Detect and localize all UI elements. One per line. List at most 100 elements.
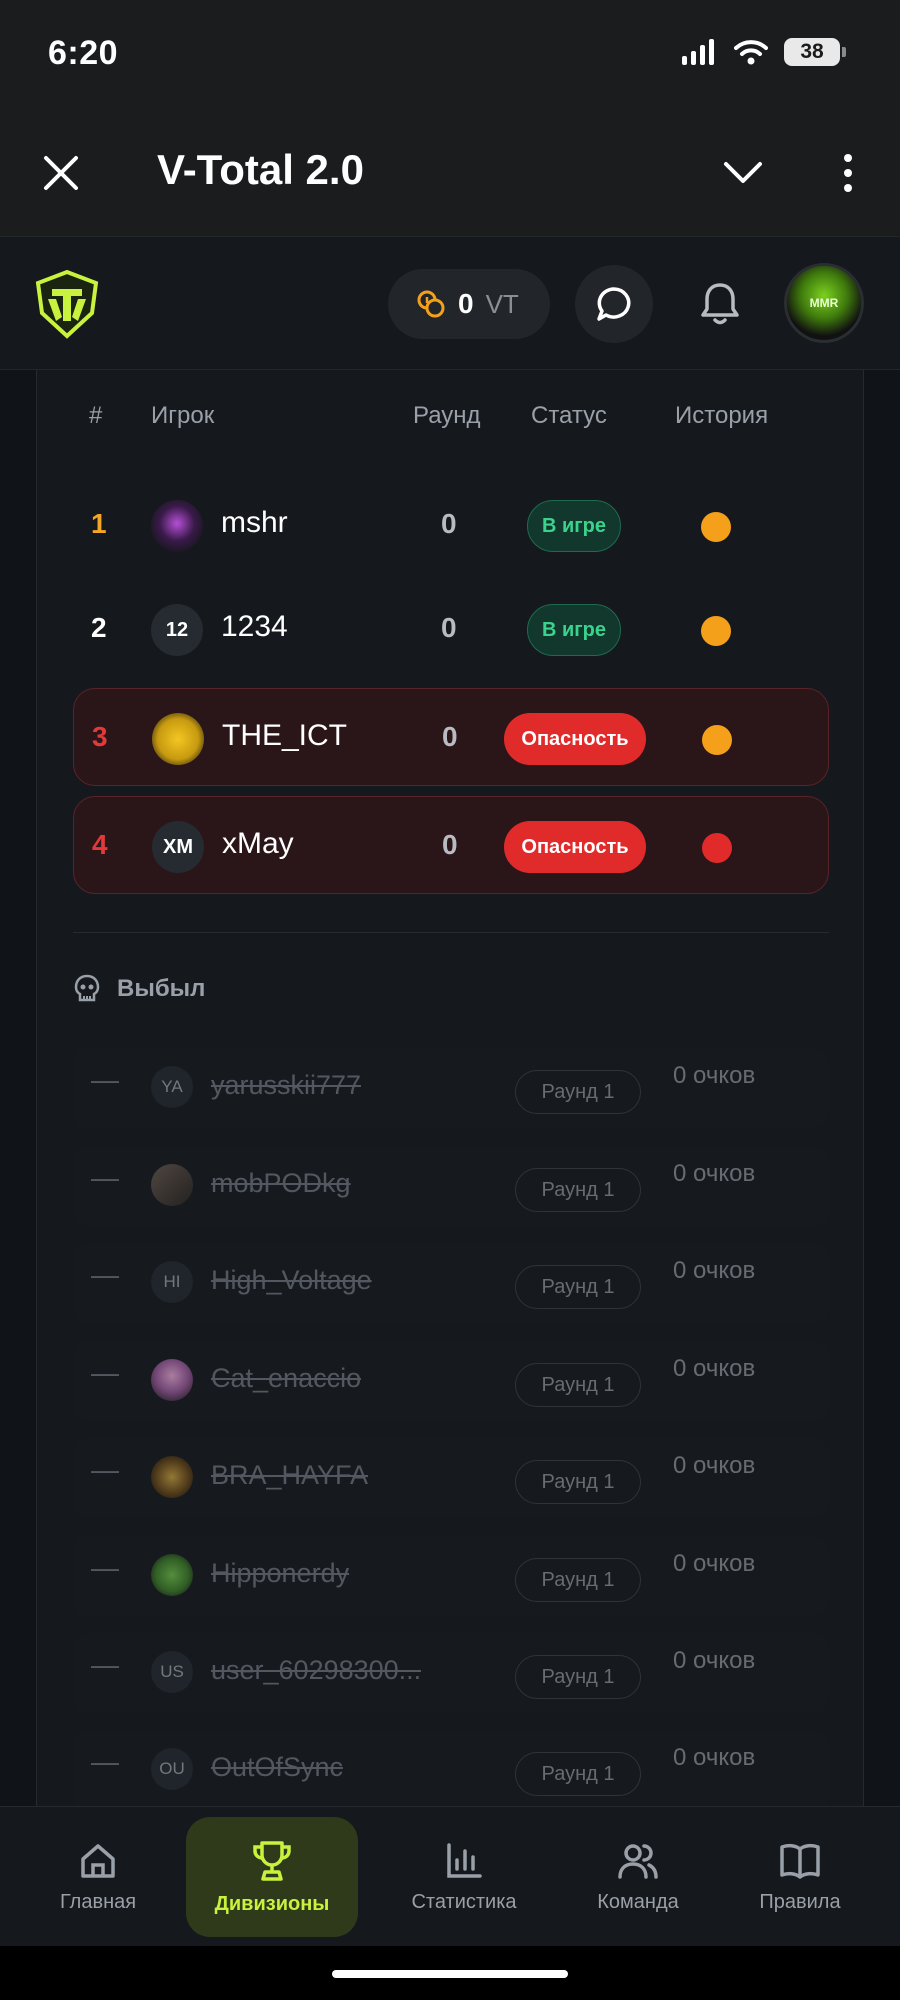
bell-icon[interactable] (698, 281, 742, 327)
round-badge: Раунд 1 (515, 1752, 641, 1796)
user-avatar[interactable]: MMR (784, 263, 864, 343)
chat-bubble-icon (597, 287, 631, 321)
status-badge: В игре (527, 604, 621, 656)
eliminated-avatar (151, 1164, 193, 1206)
team-icon (618, 1843, 658, 1879)
trophy-icon (253, 1840, 291, 1881)
points-text: 0 очков (673, 1452, 756, 1479)
chevron-down-icon[interactable] (722, 158, 764, 188)
battery-indicator: 38 (784, 38, 846, 66)
round-badge: Раунд 1 (515, 1265, 641, 1309)
eliminated-dash: — (91, 1454, 119, 1485)
skull-icon (74, 974, 100, 1002)
eliminated-dash: — (91, 1552, 119, 1583)
round-badge: Раунд 1 (515, 1460, 641, 1504)
section-divider (73, 932, 829, 933)
nav-stats-label: Статистика (411, 1890, 517, 1913)
eliminated-row[interactable]: — HI High_Voltage Раунд 1 0 очков (73, 1243, 829, 1323)
player-row[interactable]: 2 12 1234 0 В игре (73, 580, 829, 678)
player-avatar: 12 (151, 604, 203, 656)
eliminated-row[interactable]: — mobPODkg Раунд 1 0 очков (73, 1146, 829, 1226)
eliminated-name: High_Voltage (211, 1265, 372, 1295)
player-avatar (152, 713, 204, 765)
table-header: # Игрок Раунд Статус История (37, 402, 863, 442)
player-row[interactable]: 4 XM xMay 0 Опасность (73, 796, 829, 894)
nav-home-label: Главная (59, 1890, 137, 1913)
nav-divisions[interactable]: Дивизионы (186, 1817, 358, 1937)
home-indicator[interactable] (332, 1970, 568, 1978)
round-badge: Раунд 1 (515, 1558, 641, 1602)
nav-team-label: Команда (597, 1890, 679, 1913)
bottom-nav: Главная Дивизионы Статистика Команда Пра… (0, 1806, 900, 1946)
eliminated-name: OutOfSync (211, 1752, 344, 1782)
header-rank: # (89, 402, 103, 429)
eliminated-row[interactable]: — YA yarusskii777 Раунд 1 0 очков (73, 1048, 829, 1128)
player-round: 0 (441, 508, 457, 539)
header-round: Раунд (413, 402, 481, 429)
nav-rules[interactable]: Правила (744, 1817, 856, 1937)
player-rank: 2 (91, 612, 107, 643)
eliminated-avatar (151, 1456, 193, 1498)
balance-pill[interactable]: 0 VT (388, 269, 550, 339)
player-row[interactable]: 1 mshr 0 В игре (73, 476, 829, 574)
eliminated-dash: — (91, 1259, 119, 1290)
round-badge: Раунд 1 (515, 1655, 641, 1699)
home-icon (81, 1843, 115, 1878)
player-rank: 1 (91, 508, 107, 539)
points-text: 0 очков (673, 1550, 756, 1577)
eliminated-dash: — (91, 1649, 119, 1680)
header-status: Статус (531, 402, 607, 429)
eliminated-name: BRA_HAYFA (211, 1460, 369, 1490)
round-badge: Раунд 1 (515, 1070, 641, 1114)
status-time: 6:20 (48, 34, 119, 72)
eliminated-section-title: Выбыл (73, 974, 205, 1004)
status-icons: 38 (682, 38, 846, 66)
eliminated-row[interactable]: — OU OutOfSync Раунд 1 0 очков (73, 1730, 829, 1806)
points-text: 0 очков (673, 1744, 756, 1771)
player-avatar: XM (152, 821, 204, 873)
nav-home[interactable]: Главная (40, 1817, 156, 1937)
logo-icon[interactable] (34, 269, 100, 339)
eliminated-name: mobPODkg (211, 1168, 351, 1198)
points-text: 0 очков (673, 1257, 756, 1284)
status-bar: 6:20 38 (0, 0, 900, 110)
more-menu-icon[interactable] (836, 152, 860, 194)
status-badge: Опасность (504, 821, 646, 873)
eliminated-name: Cat_enaccio (211, 1363, 362, 1393)
points-text: 0 очков (673, 1062, 756, 1089)
history-dot (702, 833, 732, 863)
eliminated-avatar: YA (151, 1066, 193, 1108)
history-dot (701, 512, 731, 542)
player-round: 0 (441, 612, 457, 643)
points-text: 0 очков (673, 1647, 756, 1674)
player-row[interactable]: 3 THE_ICT 0 Опасность (73, 688, 829, 786)
header-history: История (675, 402, 769, 429)
eliminated-avatar: OU (151, 1748, 193, 1790)
player-rank: 4 (92, 829, 108, 860)
player-round: 0 (442, 829, 458, 860)
signal-icon (682, 39, 714, 65)
eliminated-name: yarusskii777 (211, 1070, 362, 1100)
nav-rules-label: Правила (759, 1890, 841, 1913)
eliminated-dash: — (91, 1064, 119, 1095)
eliminated-row[interactable]: — Hipponerdy Раунд 1 0 очков (73, 1536, 829, 1616)
eliminated-row[interactable]: — BRA_HAYFA Раунд 1 0 очков (73, 1438, 829, 1518)
app-title-bar: V-Total 2.0 (0, 110, 900, 236)
nav-stats[interactable]: Статистика (396, 1817, 532, 1937)
chat-button[interactable] (575, 265, 653, 343)
points-text: 0 очков (673, 1355, 756, 1382)
history-dot (702, 725, 732, 755)
round-badge: Раунд 1 (515, 1168, 641, 1212)
eliminated-name: user_60298300... (211, 1655, 422, 1685)
player-name: xMay (222, 827, 294, 860)
close-icon[interactable] (40, 152, 82, 194)
eliminated-dash: — (91, 1746, 119, 1777)
nav-team[interactable]: Команда (576, 1817, 700, 1937)
app-header: 0 VT MMR (0, 236, 900, 370)
eliminated-row[interactable]: — US user_60298300... Раунд 1 0 очков (73, 1633, 829, 1713)
bar-chart-icon (447, 1842, 482, 1878)
player-round: 0 (442, 721, 458, 752)
status-badge: В игре (527, 500, 621, 552)
balance-currency: VT (485, 288, 519, 319)
eliminated-row[interactable]: — Cat_enaccio Раунд 1 0 очков (73, 1341, 829, 1421)
